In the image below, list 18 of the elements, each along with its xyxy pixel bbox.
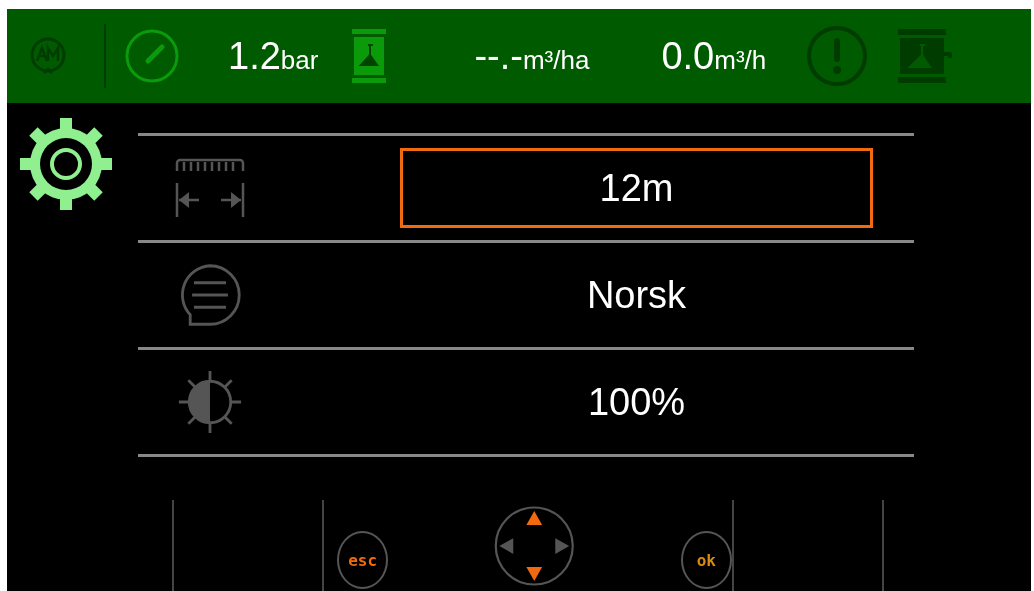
escape-button[interactable]: esc [337, 531, 389, 589]
reading-value: --.-m³/ha [474, 34, 590, 78]
up-arrow-icon[interactable] [526, 511, 543, 525]
right-arrow-icon[interactable] [555, 538, 570, 554]
setting-value[interactable]: 12m [400, 148, 873, 228]
auto-mode-icon [28, 36, 68, 76]
tank-icon [352, 29, 387, 83]
warning-icon [806, 25, 869, 87]
tank-icon [896, 27, 955, 85]
gauge-icon [124, 28, 180, 84]
reading-value: 0.0m³/h [661, 34, 767, 78]
left-arrow-icon[interactable] [499, 538, 514, 554]
setting-value[interactable]: Norsk [400, 255, 873, 335]
reading-value: 1.2bar [228, 34, 319, 78]
setting-value[interactable]: 100% [400, 362, 873, 442]
ok-button[interactable]: ok [680, 531, 732, 589]
down-arrow-icon[interactable] [526, 567, 543, 581]
settings-icon [20, 118, 112, 210]
